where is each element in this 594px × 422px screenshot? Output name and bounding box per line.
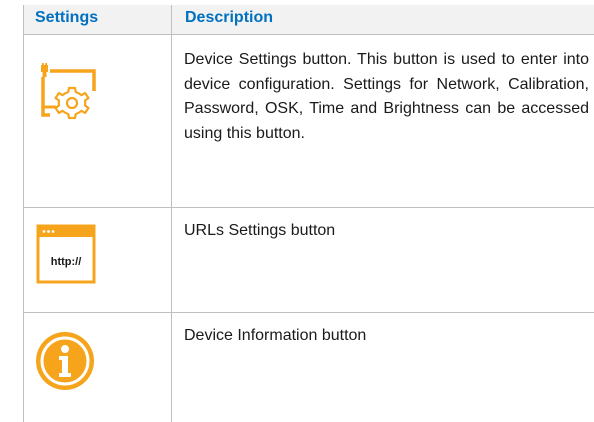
table-column-divider: [171, 5, 172, 422]
row-description: Device Information button: [184, 327, 367, 344]
url-icon-text: http://: [51, 256, 82, 268]
table-row-divider: [23, 207, 594, 208]
settings-table: Settings Description Device Settings but…: [23, 5, 594, 422]
url-settings-icon: http://: [36, 224, 96, 284]
header-description: Description: [185, 9, 274, 26]
table-header-row: Settings Description: [23, 5, 594, 34]
table-row-divider: [23, 312, 594, 313]
table-left-border: [23, 5, 24, 422]
info-icon: [35, 331, 95, 391]
device-settings-icon: [36, 63, 96, 123]
header-settings: Settings: [35, 9, 99, 26]
row-description: Device Settings button. This button is u…: [184, 51, 589, 142]
table-row-divider: [23, 34, 594, 35]
row-description: URLs Settings button: [184, 222, 336, 239]
